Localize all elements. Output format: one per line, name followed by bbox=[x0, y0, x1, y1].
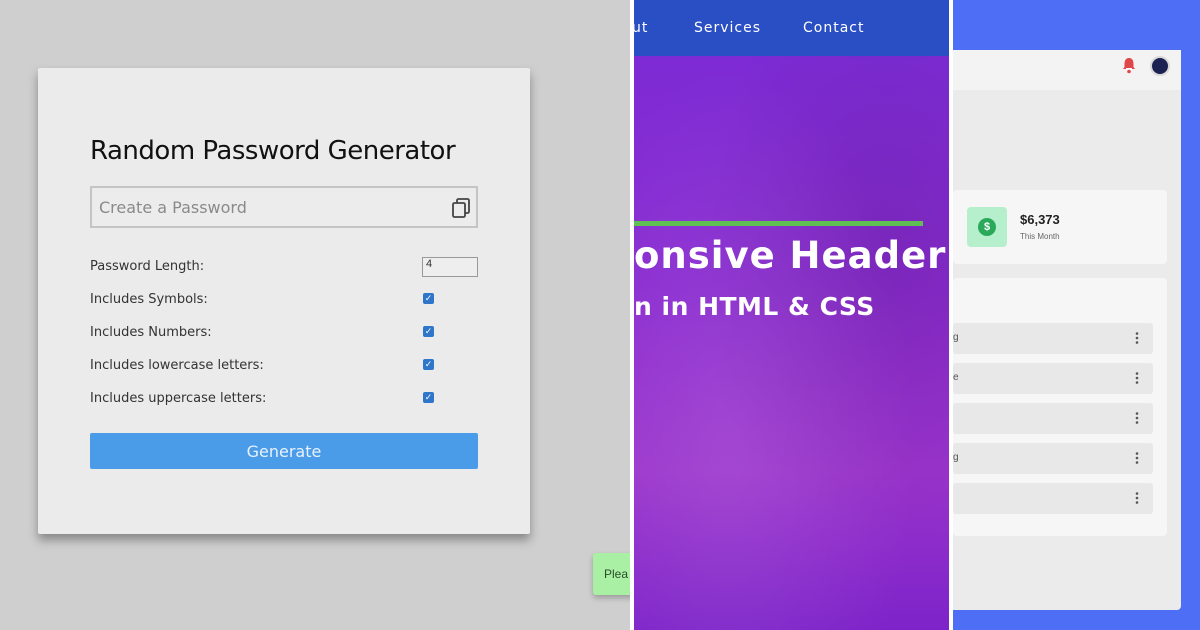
lowercase-checkbox[interactable]: ✓ bbox=[423, 359, 434, 370]
page-title: Random Password Generator bbox=[90, 136, 456, 166]
generate-button[interactable]: Generate bbox=[90, 433, 478, 469]
nav-bar: ut Services Contact bbox=[634, 0, 949, 56]
hero-title: onsive Header bbox=[634, 234, 947, 277]
stat-value: $6,373 bbox=[1020, 212, 1060, 227]
option-password-length: Password Length: 4 bbox=[90, 255, 478, 279]
symbols-checkbox[interactable]: ✓ bbox=[423, 293, 434, 304]
avatar[interactable] bbox=[1150, 56, 1170, 76]
list-item[interactable] bbox=[953, 483, 1153, 514]
hero-subtitle: n in HTML & CSS bbox=[634, 292, 875, 321]
kebab-menu-icon[interactable] bbox=[1134, 331, 1140, 345]
list-item[interactable] bbox=[953, 403, 1153, 434]
list-item[interactable]: e bbox=[953, 363, 1153, 394]
password-input[interactable] bbox=[92, 188, 432, 226]
numbers-checkbox[interactable]: ✓ bbox=[423, 326, 434, 337]
stat-caption: This Month bbox=[1020, 232, 1060, 241]
uppercase-checkbox[interactable]: ✓ bbox=[423, 392, 434, 403]
option-label: Password Length: bbox=[90, 259, 205, 274]
dashboard-panel: $ $6,373 This Month g e g bbox=[953, 0, 1200, 630]
list-item-text: g bbox=[953, 332, 959, 343]
password-field[interactable] bbox=[90, 186, 478, 228]
dollar-sign-icon: $ bbox=[978, 218, 996, 236]
password-length-input[interactable]: 4 bbox=[422, 257, 478, 277]
option-label: Includes uppercase letters: bbox=[90, 391, 267, 406]
nav-item-services[interactable]: Services bbox=[694, 20, 761, 36]
option-label: Includes Numbers: bbox=[90, 325, 212, 340]
nav-item-contact[interactable]: Contact bbox=[803, 20, 864, 36]
option-label: Includes Symbols: bbox=[90, 292, 208, 307]
dashboard-topbar bbox=[953, 50, 1181, 90]
password-generator-card: Random Password Generator Password Lengt… bbox=[38, 68, 530, 534]
responsive-header-panel: ut Services Contact onsive Header n in H… bbox=[634, 0, 949, 630]
dashboard-window: $ $6,373 This Month g e g bbox=[953, 50, 1181, 610]
kebab-menu-icon[interactable] bbox=[1134, 371, 1140, 385]
stat-card: $ $6,373 This Month bbox=[953, 190, 1167, 264]
option-label: Includes lowercase letters: bbox=[90, 358, 264, 373]
bell-icon[interactable] bbox=[1121, 56, 1137, 74]
toast-notification: Plea bbox=[593, 553, 630, 595]
list-item-text: g bbox=[953, 452, 959, 463]
accent-line bbox=[634, 221, 923, 226]
list-card: g e g bbox=[953, 278, 1167, 536]
list-item[interactable]: g bbox=[953, 443, 1153, 474]
option-lowercase: Includes lowercase letters: ✓ bbox=[90, 354, 478, 378]
dollar-icon: $ bbox=[967, 207, 1007, 247]
nav-item-about[interactable]: ut bbox=[634, 20, 648, 36]
kebab-menu-icon[interactable] bbox=[1134, 451, 1140, 465]
option-symbols: Includes Symbols: ✓ bbox=[90, 288, 478, 312]
kebab-menu-icon[interactable] bbox=[1134, 411, 1140, 425]
list-item[interactable]: g bbox=[953, 323, 1153, 354]
list-item-text: e bbox=[953, 372, 959, 383]
copy-icon[interactable] bbox=[450, 197, 472, 219]
option-numbers: Includes Numbers: ✓ bbox=[90, 321, 478, 345]
kebab-menu-icon[interactable] bbox=[1134, 491, 1140, 505]
option-uppercase: Includes uppercase letters: ✓ bbox=[90, 387, 478, 411]
password-generator-panel: Random Password Generator Password Lengt… bbox=[0, 0, 630, 630]
